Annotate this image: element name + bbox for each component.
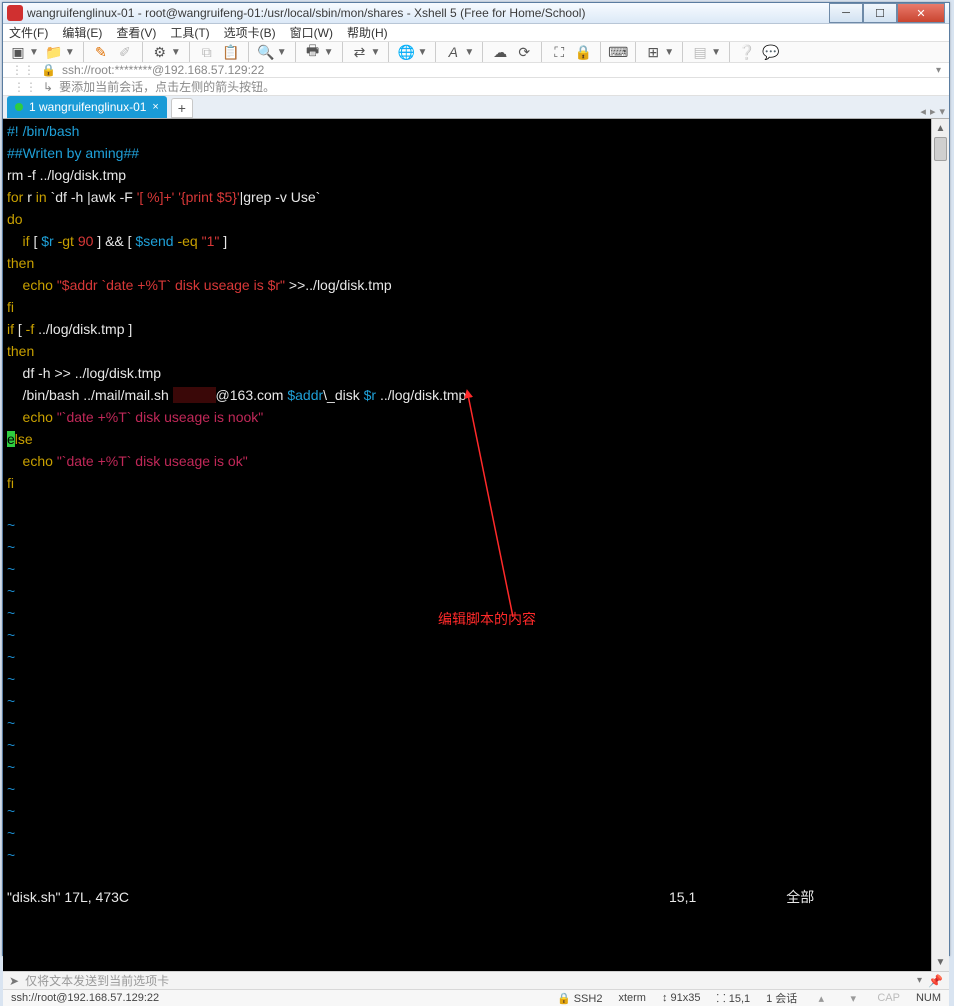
menu-help[interactable]: 帮助(H)	[347, 24, 388, 41]
layout-icon[interactable]: ▤	[691, 43, 709, 61]
grip-icon: ⋮⋮	[13, 80, 37, 94]
terminal-scrollbar[interactable]: ▲ ▼	[931, 119, 949, 971]
send-icon[interactable]: ➤	[9, 974, 19, 988]
status-dot-icon	[15, 103, 23, 111]
scroll-down-icon[interactable]: ▼	[932, 953, 949, 971]
address-text[interactable]: ssh://root:********@192.168.57.129:22	[62, 63, 930, 77]
compose-pin-icon[interactable]: 📌	[928, 974, 943, 988]
cloud-icon[interactable]: ☁	[491, 43, 509, 61]
tab-label: 1 wangruifenglinux-01	[29, 100, 146, 114]
search-icon[interactable]: 🔍	[257, 43, 275, 61]
compose-dropdown-icon[interactable]: ▾	[917, 975, 922, 986]
add-session-icon[interactable]: ↳	[43, 80, 53, 94]
globe-icon[interactable]: 🌐	[397, 43, 415, 61]
tabstrip: 1 wangruifenglinux-01 × + ◂ ▸ ▾	[3, 96, 949, 119]
session-hint-bar: ⋮⋮ ↳ 要添加当前会话，点击左侧的箭头按钮。	[3, 78, 949, 96]
compose-bar: ➤ 仅将文本发送到当前选项卡 ▾ 📌	[3, 971, 949, 989]
annotation-arrow-icon	[328, 387, 548, 627]
maximize-button[interactable]: ☐	[863, 3, 897, 23]
paste-icon[interactable]: 📋	[222, 43, 240, 61]
fullscreen-icon[interactable]: ⛶	[550, 43, 568, 61]
toolbar: ▣▼ 📁▼ ✎ ✐ ⚙▼ ⧉ 📋 🔍▼ 🖶▼ ⇄▼ 🌐▼ A▼ ☁ ⟳ ⛶ 🔒 …	[3, 42, 949, 63]
transfer-icon[interactable]: ⇄	[351, 43, 369, 61]
lock-icon[interactable]: 🔒	[574, 43, 592, 61]
new-tab-button[interactable]: +	[171, 98, 193, 118]
new-session-icon[interactable]: ▣	[9, 43, 27, 61]
refresh-icon[interactable]: ⟳	[515, 43, 533, 61]
minimize-button[interactable]: ─	[829, 3, 863, 23]
status-proto: 🔒 SSH2	[557, 992, 603, 1005]
status-num: NUM	[916, 992, 941, 1004]
session-tab[interactable]: 1 wangruifenglinux-01 ×	[7, 96, 167, 118]
menu-tools[interactable]: 工具(T)	[170, 24, 209, 41]
cursor: e	[7, 431, 15, 447]
menu-file[interactable]: 文件(F)	[9, 24, 48, 41]
menu-edit[interactable]: 编辑(E)	[62, 24, 102, 41]
status-ssh: ssh://root@192.168.57.129:22	[11, 992, 541, 1004]
print-icon[interactable]: 🖶	[304, 43, 322, 61]
menu-tabs[interactable]: 选项卡(B)	[224, 24, 276, 41]
menu-window[interactable]: 窗口(W)	[290, 24, 333, 41]
titlebar: wangruifenglinux-01 - root@wangruifeng-0…	[3, 3, 949, 24]
properties-icon[interactable]: ⚙	[151, 43, 169, 61]
app-icon	[7, 5, 23, 21]
annotation-label: 编辑脚本的内容	[438, 609, 536, 629]
scroll-up-icon[interactable]: ▲	[932, 119, 949, 137]
copy-icon[interactable]: ⧉	[198, 43, 216, 61]
lock-small-icon: 🔒	[41, 63, 56, 77]
session-hint: 要添加当前会话，点击左侧的箭头按钮。	[59, 78, 275, 95]
eyedropper-icon[interactable]: ✐	[116, 43, 134, 61]
tab-menu-icon[interactable]: ▾	[939, 105, 945, 118]
scroll-thumb[interactable]	[934, 137, 947, 161]
tab-next-icon[interactable]: ▸	[930, 105, 936, 118]
status-down-icon[interactable]: ▾	[845, 992, 861, 1005]
status-term: xterm	[618, 992, 646, 1004]
tab-close-icon[interactable]: ×	[152, 101, 158, 113]
window-title: wangruifenglinux-01 - root@wangruifeng-0…	[23, 6, 829, 20]
open-session-icon[interactable]: 📁	[45, 43, 63, 61]
keyboard-icon[interactable]: ⌨	[609, 43, 627, 61]
window-buttons: ─ ☐ ✕	[829, 3, 945, 23]
status-cap: CAP	[877, 992, 900, 1004]
statusbar: ssh://root@192.168.57.129:22 🔒 SSH2 xter…	[3, 989, 949, 1006]
terminal[interactable]: #! /bin/bash ##Writen by aming## rm -f .…	[3, 119, 931, 971]
addressbar: ⋮⋮ 🔒 ssh://root:********@192.168.57.129:…	[3, 63, 949, 78]
help-icon[interactable]: ❔	[738, 43, 756, 61]
status-up-icon[interactable]: ▴	[813, 992, 829, 1005]
close-button[interactable]: ✕	[897, 3, 945, 23]
grip-icon: ⋮⋮	[11, 63, 35, 77]
tab-prev-icon[interactable]: ◂	[920, 105, 926, 118]
address-dropdown-icon[interactable]: ▾	[936, 65, 941, 76]
addtab-icon[interactable]: ⊞	[644, 43, 662, 61]
highlight-icon[interactable]: ✎	[92, 43, 110, 61]
menubar: 文件(F) 编辑(E) 查看(V) 工具(T) 选项卡(B) 窗口(W) 帮助(…	[3, 24, 949, 42]
font-icon[interactable]: A	[444, 43, 462, 61]
chat-icon[interactable]: 💬	[762, 43, 780, 61]
status-pos: ⸬ 15,1	[717, 991, 751, 1006]
compose-hint[interactable]: 仅将文本发送到当前选项卡	[25, 972, 911, 989]
status-size: ↕ 91x35	[662, 992, 701, 1004]
menu-view[interactable]: 查看(V)	[116, 24, 156, 41]
app-window: wangruifenglinux-01 - root@wangruifeng-0…	[2, 2, 950, 956]
terminal-area: #! /bin/bash ##Writen by aming## rm -f .…	[3, 119, 949, 971]
status-sessions: 1 会话	[766, 990, 797, 1006]
